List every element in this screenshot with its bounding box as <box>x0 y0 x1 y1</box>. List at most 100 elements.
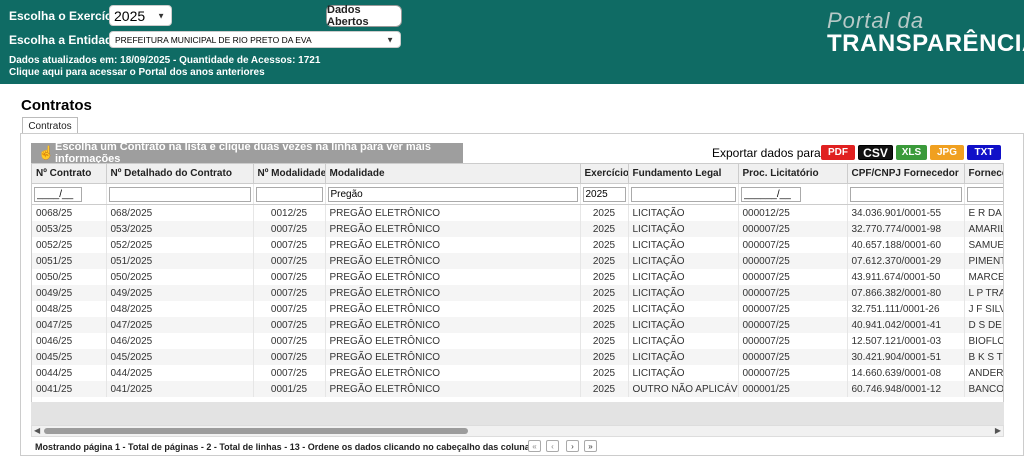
export-xls-button[interactable]: XLS <box>896 145 927 160</box>
filter-numero-contrato[interactable] <box>34 186 82 202</box>
table-cell: 2025 <box>580 381 629 397</box>
table-cell: PREGÃO ELETRÔNICO <box>325 237 581 253</box>
table-cell: 0007/25 <box>253 237 326 253</box>
contracts-grid: Nº Contrato Nº Detalhado do Contrato Nº … <box>31 163 1004 425</box>
table-cell: 0046/25 <box>32 333 107 349</box>
table-cell: B K S TRA <box>964 349 1003 365</box>
col-header-proc-licitatorio[interactable]: Proc. Licitatório <box>738 164 848 184</box>
next-page-button[interactable]: › <box>566 440 579 452</box>
table-cell: 40.657.188/0001-60 <box>847 237 965 253</box>
table-cell: 000012/25 <box>738 204 848 221</box>
table-row[interactable]: 0048/25 048/2025 0007/25 PREGÃO ELETRÔNICO 2… <box>32 301 1003 317</box>
scrollbar-thumb[interactable] <box>44 428 468 434</box>
table-cell: 0007/25 <box>253 349 326 365</box>
col-header-exercicio[interactable]: Exercício <box>580 164 629 184</box>
table-cell: PREGÃO ELETRÔNICO <box>325 221 581 237</box>
col-header-numero-contrato[interactable]: Nº Contrato <box>32 164 107 184</box>
table-cell: 0045/25 <box>32 349 107 365</box>
table-row[interactable]: 0050/25 050/2025 0007/25 PREGÃO ELETRÔNICO 2… <box>32 269 1003 285</box>
exercicio-select[interactable]: 2025 ▼ <box>109 5 172 26</box>
table-row[interactable]: 0044/25 044/2025 0007/25 PREGÃO ELETRÔNICO 2… <box>32 365 1003 381</box>
col-header-numero-detalhado[interactable]: Nº Detalhado do Contrato <box>106 164 254 184</box>
table-cell: PREGÃO ELETRÔNICO <box>325 381 581 397</box>
table-row[interactable]: 0051/25 051/2025 0007/25 PREGÃO ELETRÔNICO 2… <box>32 253 1003 269</box>
table-row[interactable]: 0068/25 068/2025 0012/25 PREGÃO ELETRÔNICO 2… <box>32 204 1003 221</box>
table-cell: PREGÃO ELETRÔNICO <box>325 301 581 317</box>
exercicio-value: 2025 <box>114 8 146 24</box>
col-header-fornecedor[interactable]: Fornecedor <box>964 164 1003 184</box>
table-cell: LICITAÇÃO <box>628 237 739 253</box>
table-cell: 0007/25 <box>253 317 326 333</box>
table-cell: PREGÃO ELETRÔNICO <box>325 333 581 349</box>
table-cell: 30.421.904/0001-51 <box>847 349 965 365</box>
table-row[interactable]: 0045/25 045/2025 0007/25 PREGÃO ELETRÔNICO 2… <box>32 349 1003 365</box>
table-cell: 000001/25 <box>738 381 848 397</box>
prev-page-button[interactable]: ‹ <box>546 440 559 452</box>
last-page-button[interactable]: » <box>584 440 597 452</box>
dados-abertos-button[interactable]: Dados Abertos <box>326 4 402 28</box>
first-page-button[interactable]: « <box>528 440 541 452</box>
table-row[interactable]: 0052/25 052/2025 0007/25 PREGÃO ELETRÔNICO 2… <box>32 237 1003 253</box>
table-cell: LICITAÇÃO <box>628 301 739 317</box>
filter-exercicio[interactable] <box>582 186 626 202</box>
export-pdf-button[interactable]: PDF <box>821 145 855 160</box>
horizontal-scrollbar[interactable]: ◀ ▶ <box>31 425 1004 437</box>
table-cell: 60.746.948/0001-12 <box>847 381 965 397</box>
table-cell: 2025 <box>580 285 629 301</box>
table-cell: 000007/25 <box>738 285 848 301</box>
entidade-select[interactable]: PREFEITURA MUNICIPAL DE RIO PRETO DA EVA… <box>109 31 401 48</box>
table-cell: 000007/25 <box>738 221 848 237</box>
table-cell: 053/2025 <box>106 221 254 237</box>
hint-bar: ☝ Escolha um Contrato na lista e clique … <box>31 141 463 165</box>
col-header-modalidade[interactable]: Modalidade <box>325 164 581 184</box>
table-cell: MARCELL <box>964 269 1003 285</box>
table-cell: LICITAÇÃO <box>628 333 739 349</box>
table-cell: 000007/25 <box>738 269 848 285</box>
filter-cpf-cnpj[interactable] <box>849 186 962 202</box>
filter-fornecedor[interactable] <box>966 186 1003 202</box>
table-cell: 0053/25 <box>32 221 107 237</box>
export-csv-button[interactable]: CSV <box>858 145 893 160</box>
table-cell: J F SILVA <box>964 301 1003 317</box>
table-cell: 051/2025 <box>106 253 254 269</box>
export-jpg-button[interactable]: JPG <box>930 145 964 160</box>
tab-contratos[interactable]: Contratos <box>22 117 78 134</box>
table-cell: 052/2025 <box>106 237 254 253</box>
table-cell: 000007/25 <box>738 253 848 269</box>
logo-transparencia: TRANSPARÊNCIA <box>827 30 1024 57</box>
filter-numero-detalhado[interactable] <box>108 186 251 202</box>
table-row[interactable]: 0041/25 041/2025 0001/25 PREGÃO ELETRÔNICO 2… <box>32 381 1003 397</box>
filter-modalidade[interactable] <box>327 186 578 202</box>
entidade-value: PREFEITURA MUNICIPAL DE RIO PRETO DA EVA <box>115 35 312 45</box>
col-header-fundamento-legal[interactable]: Fundamento Legal <box>628 164 739 184</box>
table-cell: 43.911.674/0001-50 <box>847 269 965 285</box>
table-cell: 068/2025 <box>106 204 254 221</box>
table-cell: PIMENTE <box>964 253 1003 269</box>
filter-fundamento-legal[interactable] <box>630 186 736 202</box>
filter-numero-modalidade[interactable] <box>255 186 323 202</box>
table-cell: 048/2025 <box>106 301 254 317</box>
table-cell: 000007/25 <box>738 301 848 317</box>
scroll-left-icon[interactable]: ◀ <box>34 426 40 435</box>
scroll-right-icon[interactable]: ▶ <box>995 426 1001 435</box>
table-cell: E R DA SI <box>964 204 1003 221</box>
previous-years-link[interactable]: Clique aqui para acessar o Portal dos an… <box>9 67 265 78</box>
table-cell: PREGÃO ELETRÔNICO <box>325 365 581 381</box>
filter-proc-licitatorio[interactable] <box>740 186 801 202</box>
table-cell: 0044/25 <box>32 365 107 381</box>
export-txt-button[interactable]: TXT <box>967 145 1001 160</box>
table-cell: LICITAÇÃO <box>628 204 739 221</box>
table-row[interactable]: 0049/25 049/2025 0007/25 PREGÃO ELETRÔNICO 2… <box>32 285 1003 301</box>
col-header-numero-modalidade[interactable]: Nº Modalidade <box>253 164 326 184</box>
entidade-label: Escolha a Entidade: <box>9 33 124 47</box>
table-cell: PREGÃO ELETRÔNICO <box>325 349 581 365</box>
table-cell: 0012/25 <box>253 204 326 221</box>
pagination-info: Mostrando página 1 - Total de páginas - … <box>35 442 538 452</box>
table-row[interactable]: 0046/25 046/2025 0007/25 PREGÃO ELETRÔNICO 2… <box>32 333 1003 349</box>
table-row[interactable]: 0047/25 047/2025 0007/25 PREGÃO ELETRÔNICO 2… <box>32 317 1003 333</box>
table-cell: 0007/25 <box>253 301 326 317</box>
table-row[interactable]: 0053/25 053/2025 0007/25 PREGÃO ELETRÔNICO 2… <box>32 221 1003 237</box>
table-cell: PREGÃO ELETRÔNICO <box>325 253 581 269</box>
header-bar: Escolha o Exercício: 2025 ▼ Dados Aberto… <box>0 0 1024 84</box>
col-header-cpf-cnpj[interactable]: CPF/CNPJ Fornecedor <box>847 164 965 184</box>
